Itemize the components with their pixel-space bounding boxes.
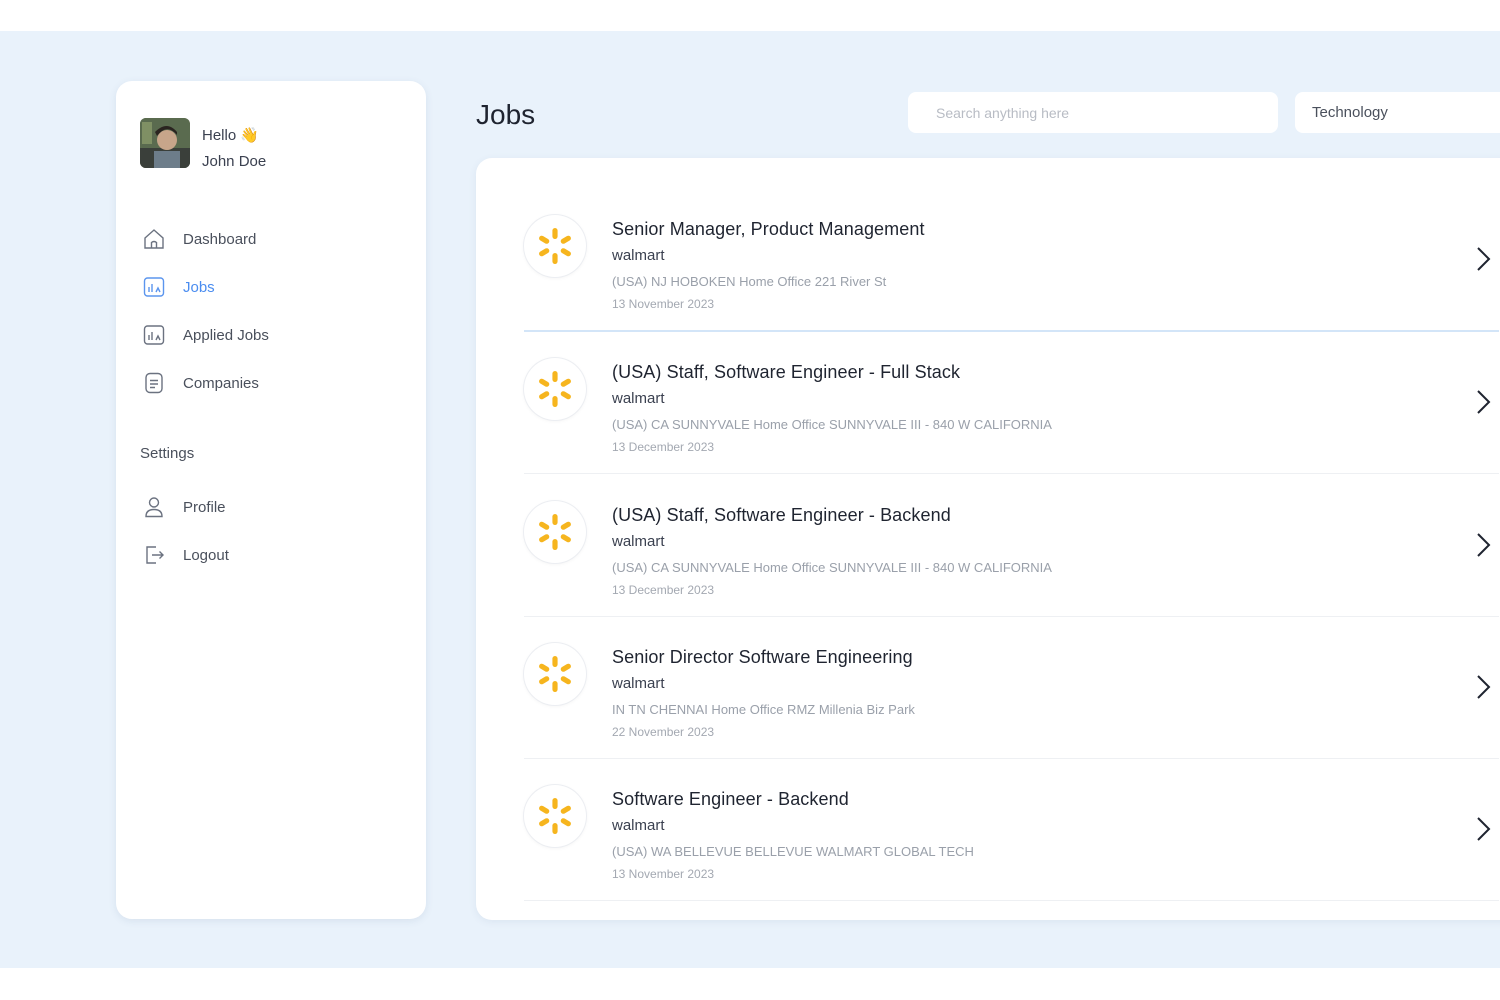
- sidebar-item-label: Applied Jobs: [183, 326, 269, 344]
- avatar[interactable]: [140, 118, 190, 168]
- job-location: (USA) NJ HOBOKEN Home Office 221 River S…: [612, 274, 887, 289]
- page-title: Jobs: [476, 99, 536, 130]
- sidebar-item-label: Companies: [183, 374, 259, 392]
- sidebar: Hello 👋 John Doe Dashboard Jobs Applied …: [116, 81, 426, 919]
- job-card[interactable]: Senior Director Software Engineering wal…: [524, 616, 1499, 759]
- job-date: 13 November 2023: [612, 297, 715, 311]
- applied-jobs-icon: [140, 322, 168, 348]
- job-company: walmart: [612, 817, 665, 834]
- settings-heading: Settings: [140, 445, 195, 462]
- job-company: walmart: [612, 533, 665, 550]
- sidebar-item-applied-jobs[interactable]: Applied Jobs: [140, 322, 269, 348]
- home-icon: [140, 226, 168, 252]
- job-title: (USA) Staff, Software Engineer - Backend: [612, 505, 951, 525]
- sidebar-item-profile[interactable]: Profile: [140, 494, 229, 520]
- jobs-list: Senior Manager, Product Management walma…: [476, 158, 1500, 920]
- companies-icon: [140, 370, 168, 396]
- job-date: 22 November 2023: [612, 725, 715, 739]
- job-title: Senior Director Software Engineering: [612, 647, 913, 667]
- walmart-spark-icon: [524, 643, 586, 705]
- sidebar-item-companies[interactable]: Companies: [140, 370, 269, 396]
- job-location: (USA) WA BELLEVUE BELLEVUE WALMART GLOBA…: [612, 844, 974, 859]
- sidebar-item-logout[interactable]: Logout: [140, 542, 229, 568]
- walmart-spark-icon: [524, 501, 586, 563]
- wave-icon: 👋: [240, 127, 260, 144]
- user-name: John Doe: [202, 153, 267, 170]
- user-icon: [140, 494, 168, 520]
- job-location: IN TN CHENNAI Home Office RMZ Millenia B…: [612, 702, 915, 717]
- user-profile: Hello 👋 John Doe: [140, 118, 266, 175]
- job-title: Senior Manager, Product Management: [612, 219, 925, 239]
- sidebar-item-label: Logout: [183, 546, 229, 564]
- walmart-spark-icon: [524, 215, 586, 277]
- chevron-right-icon[interactable]: [1472, 244, 1496, 274]
- greeting: Hello 👋: [202, 127, 260, 144]
- job-card[interactable]: Senior Manager, Product Management walma…: [524, 188, 1499, 332]
- search-input[interactable]: [908, 92, 1278, 133]
- job-date: 13 December 2023: [612, 583, 715, 597]
- main-nav: Dashboard Jobs Applied Jobs Companies: [140, 226, 269, 418]
- chevron-right-icon[interactable]: [1472, 814, 1496, 844]
- chevron-right-icon[interactable]: [1472, 387, 1496, 417]
- settings-nav: Profile Logout: [140, 494, 229, 590]
- chevron-right-icon[interactable]: [1472, 672, 1496, 702]
- job-card[interactable]: (USA) Staff, Software Engineer - Backend…: [524, 474, 1499, 617]
- sidebar-item-label: Jobs: [183, 278, 215, 296]
- sidebar-item-label: Dashboard: [183, 230, 257, 248]
- job-company: walmart: [612, 390, 665, 407]
- job-location: (USA) CA SUNNYVALE Home Office SUNNYVALE…: [612, 560, 1052, 575]
- job-company: walmart: [612, 675, 665, 692]
- job-company: walmart: [612, 247, 665, 264]
- sidebar-item-label: Profile: [183, 498, 226, 516]
- job-card[interactable]: Software Engineer - Backend walmart (USA…: [524, 758, 1499, 901]
- job-location: (USA) CA SUNNYVALE Home Office SUNNYVALE…: [612, 417, 1052, 432]
- jobs-icon: [140, 274, 168, 300]
- chevron-right-icon[interactable]: [1472, 530, 1496, 560]
- walmart-spark-icon: [524, 785, 586, 847]
- walmart-spark-icon: [524, 358, 586, 420]
- app-background: Hello 👋 John Doe Dashboard Jobs Applied …: [0, 31, 1500, 968]
- category-select[interactable]: Technology: [1295, 92, 1500, 133]
- job-title: Software Engineer - Backend: [612, 789, 849, 809]
- job-card[interactable]: (USA) Staff, Software Engineer - Full St…: [524, 331, 1499, 474]
- job-date: 13 December 2023: [612, 440, 715, 454]
- job-date: 13 November 2023: [612, 867, 715, 881]
- sidebar-item-jobs[interactable]: Jobs: [140, 274, 269, 300]
- logout-icon: [140, 542, 168, 568]
- job-title: (USA) Staff, Software Engineer - Full St…: [612, 362, 961, 382]
- sidebar-item-dashboard[interactable]: Dashboard: [140, 226, 269, 252]
